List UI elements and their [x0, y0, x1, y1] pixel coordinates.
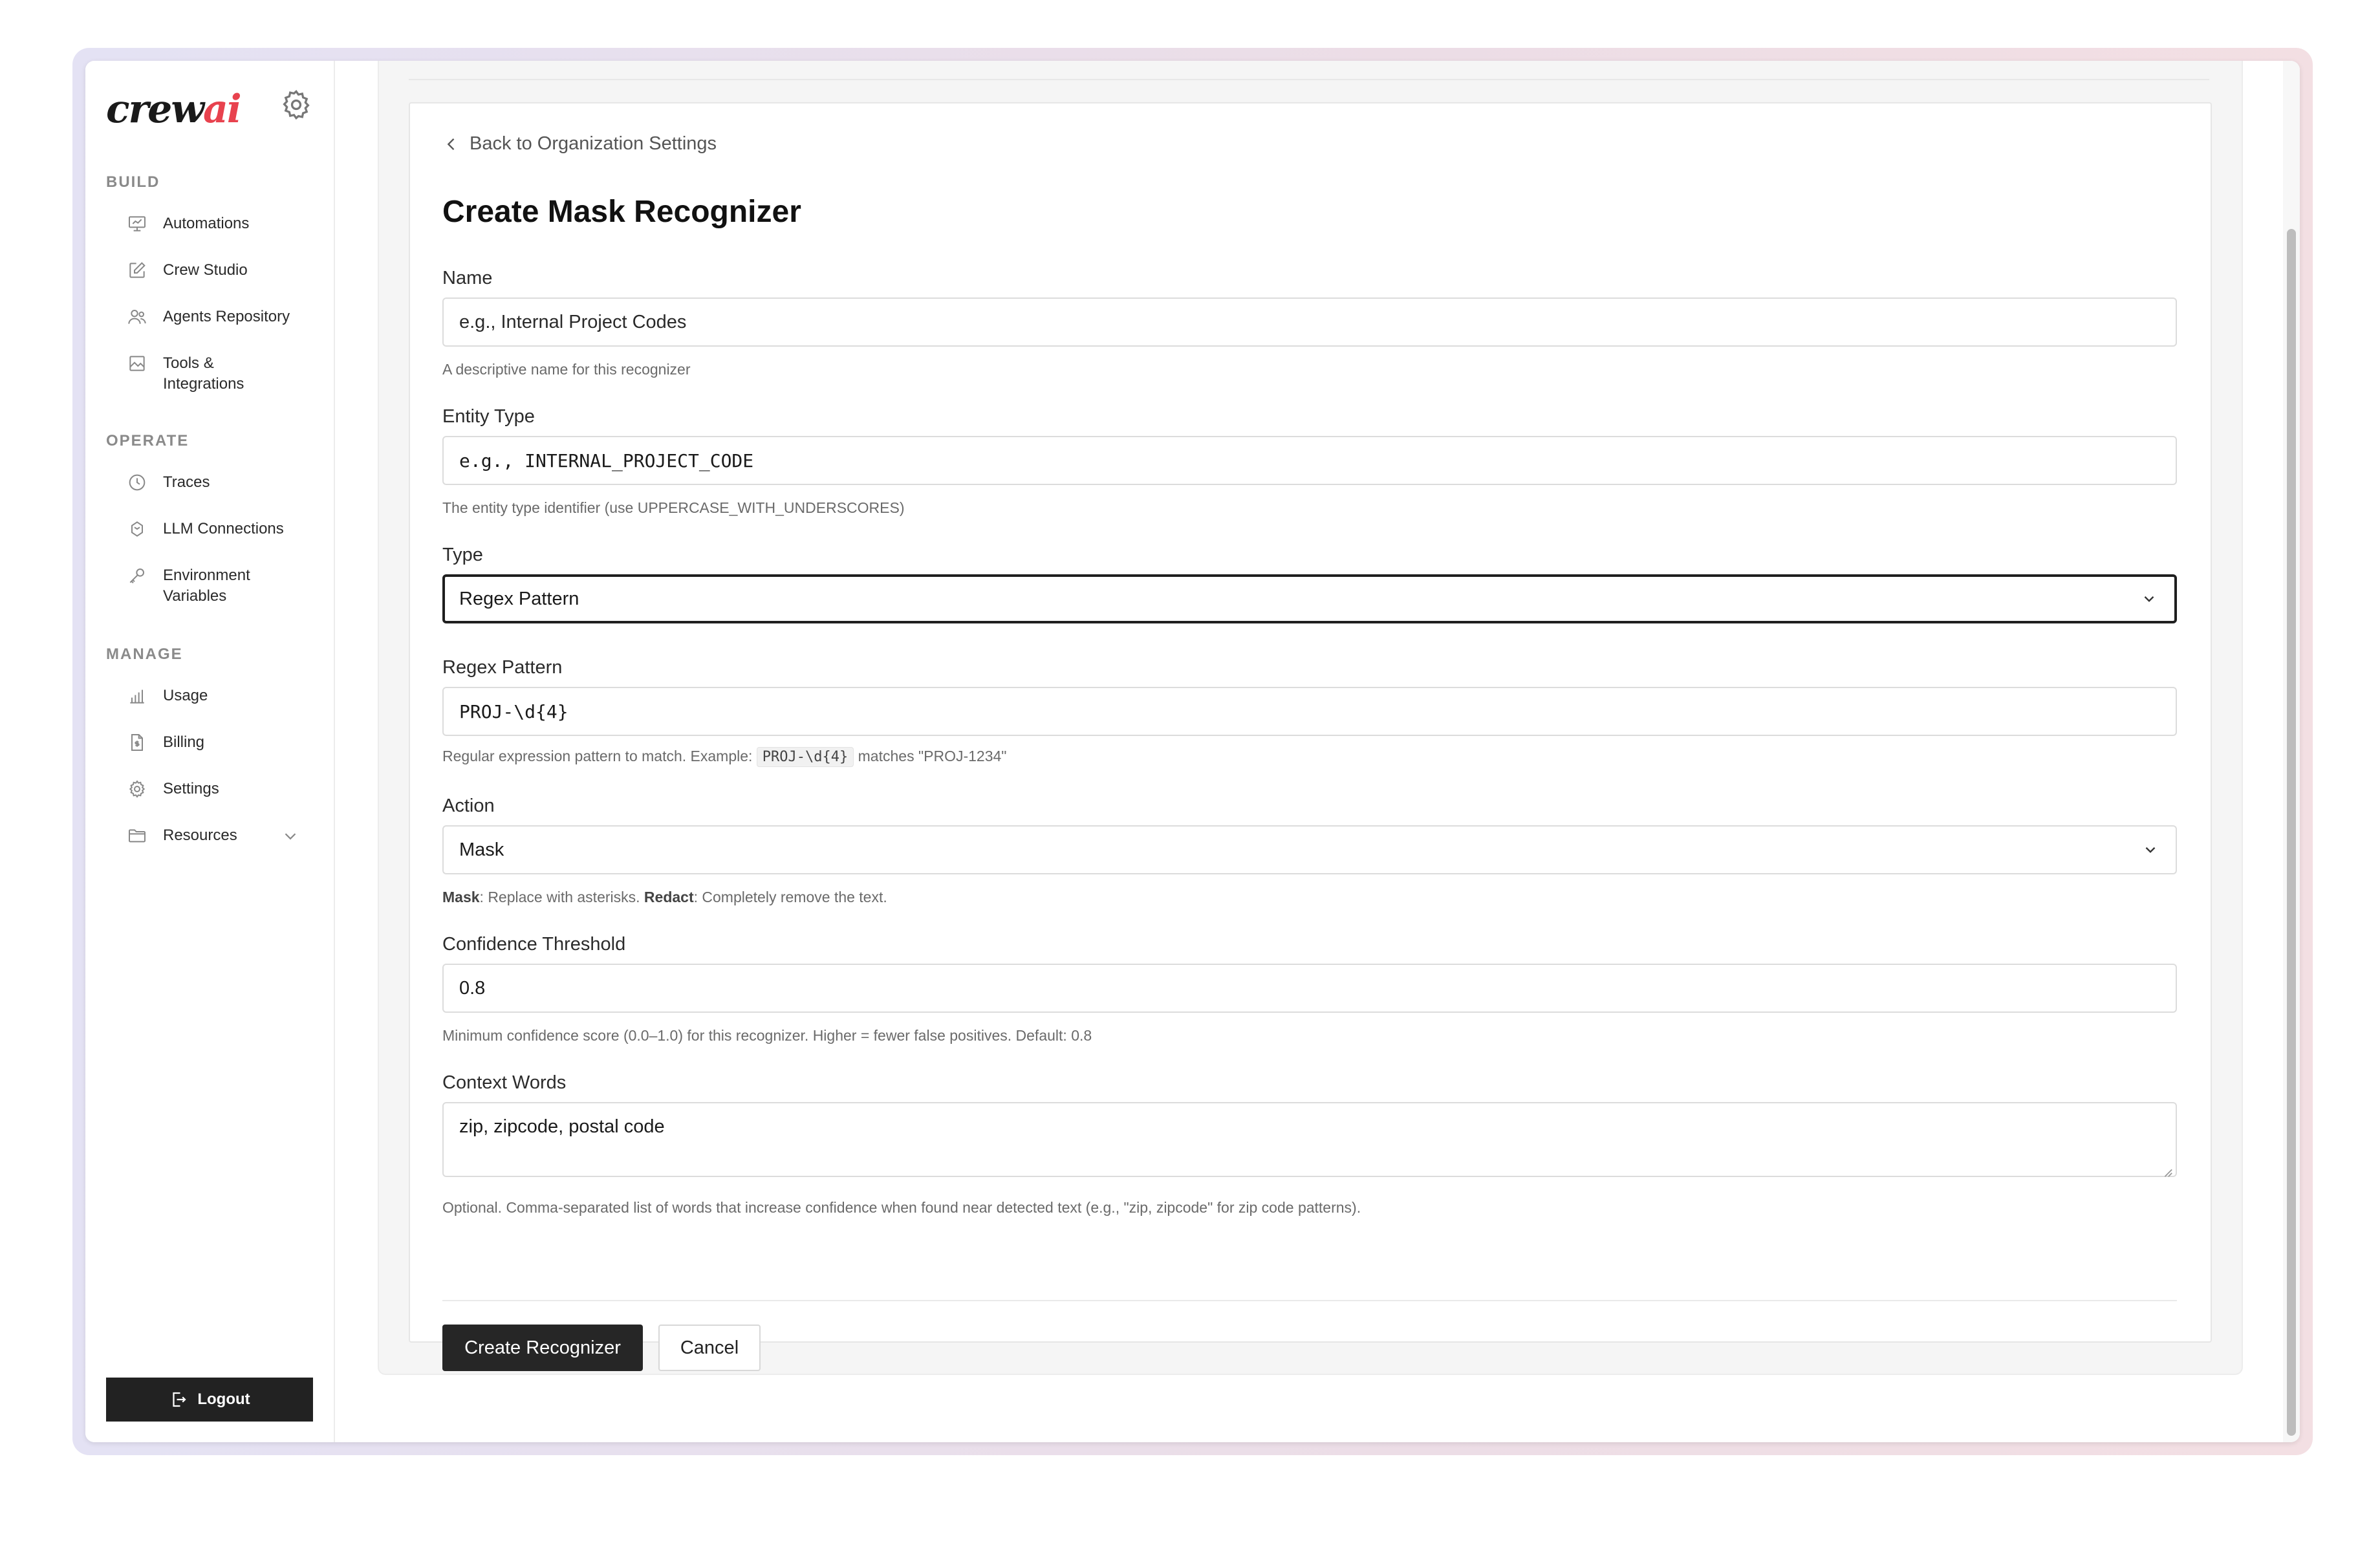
cancel-button[interactable]: Cancel — [658, 1325, 761, 1371]
chevron-left-icon — [442, 135, 460, 153]
sidebar-item-label: Usage — [163, 687, 208, 704]
sidebar-item-crew-studio[interactable]: Crew Studio — [127, 260, 321, 281]
action-selected-value: Mask — [459, 839, 504, 860]
type-select[interactable]: Regex Pattern — [442, 574, 2177, 623]
sidebar-item-usage[interactable]: Usage — [127, 686, 321, 706]
back-link-label: Back to Organization Settings — [470, 133, 717, 154]
page-title: Create Mask Recognizer — [442, 195, 801, 229]
regex-help-prefix: Regular expression pattern to match. Exa… — [442, 748, 753, 764]
logout-icon — [169, 1390, 188, 1409]
sidebar-item-label: Crew Studio — [163, 261, 248, 279]
clock-icon — [127, 472, 147, 493]
regex-pattern-label: Regex Pattern — [442, 657, 563, 678]
action-help-redact-desc: : Completely remove the text. — [693, 889, 887, 905]
sidebar-item-tools-integrations[interactable]: Tools & Integrations — [127, 353, 321, 395]
create-recognizer-form: Back to Organization Settings Create Mas… — [409, 102, 2212, 1371]
sidebar-item-label: Tools & Integrations — [163, 354, 244, 393]
chevron-down-icon — [2141, 590, 2158, 607]
name-input-placeholder: e.g., Internal Project Codes — [459, 311, 687, 332]
entity-type-help: The entity type identifier (use UPPERCAS… — [442, 499, 905, 516]
confidence-threshold-help: Minimum confidence score (0.0–1.0) for t… — [442, 1027, 1092, 1044]
sidebar-item-label: Billing — [163, 733, 205, 751]
sidebar-item-label: LLM Connections — [163, 520, 284, 537]
create-recognizer-button[interactable]: Create Recognizer — [442, 1325, 643, 1371]
logout-button[interactable]: Logout — [106, 1378, 313, 1422]
confidence-threshold-value: 0.8 — [459, 977, 486, 999]
name-input[interactable]: e.g., Internal Project Codes — [442, 298, 2177, 347]
type-selected-value: Regex Pattern — [459, 588, 579, 609]
file-dollar-icon — [127, 732, 147, 753]
regex-pattern-help: Regular expression pattern to match. Exa… — [442, 747, 1007, 767]
type-label: Type — [442, 545, 483, 565]
sidebar-item-automations[interactable]: Automations — [127, 213, 321, 234]
users-icon — [127, 307, 147, 327]
folder-icon — [127, 825, 147, 846]
settings-gear-icon[interactable] — [279, 88, 313, 122]
confidence-threshold-input[interactable]: 0.8 — [442, 964, 2177, 1013]
regex-help-example: PROJ-\d{4} — [756, 747, 854, 767]
sidebar-item-environment-variables[interactable]: Environment Variables — [127, 565, 321, 607]
context-words-textarea[interactable]: zip, zipcode, postal code — [442, 1102, 2177, 1177]
key-icon — [127, 565, 147, 586]
sidebar: crewai BUILD Automations Crew Studio Age… — [85, 61, 335, 1442]
top-divider — [409, 79, 2209, 80]
sidebar-item-label: Traces — [163, 473, 210, 491]
name-help: A descriptive name for this recognizer — [442, 361, 691, 378]
context-words-help: Optional. Comma-separated list of words … — [442, 1199, 1361, 1216]
regex-pattern-value: PROJ-\d{4} — [459, 700, 568, 722]
entity-type-input[interactable]: e.g., INTERNAL_PROJECT_CODE — [442, 436, 2177, 485]
sidebar-item-label: Automations — [163, 215, 250, 232]
sidebar-item-label: Settings — [163, 780, 219, 797]
logo-accent: ai — [202, 87, 242, 132]
action-select[interactable]: Mask — [442, 825, 2177, 874]
bar-chart-icon — [127, 686, 147, 706]
regex-help-suffix: matches "PROJ-1234" — [858, 748, 1007, 764]
name-label: Name — [442, 268, 493, 288]
sidebar-item-traces[interactable]: Traces — [127, 472, 321, 493]
confidence-threshold-label: Confidence Threshold — [442, 934, 626, 955]
action-help: Mask: Replace with asterisks. Redact: Co… — [442, 889, 887, 906]
sidebar-item-label: Resources — [163, 827, 237, 844]
back-to-organization-settings-link[interactable]: Back to Organization Settings — [442, 133, 717, 155]
chevron-down-icon — [2142, 841, 2159, 858]
logo-text: crew — [106, 87, 204, 132]
context-words-value: zip, zipcode, postal code — [459, 1116, 665, 1137]
section-manage: MANAGE — [106, 645, 183, 663]
context-words-label: Context Words — [442, 1072, 567, 1093]
sidebar-item-llm-connections[interactable]: LLM Connections — [127, 519, 321, 539]
sidebar-item-label: Environment Variables — [163, 567, 250, 605]
sidebar-item-billing[interactable]: Billing — [127, 732, 321, 753]
sidebar-item-agents-repository[interactable]: Agents Repository — [127, 307, 321, 327]
image-icon — [127, 353, 147, 374]
section-build: BUILD — [106, 173, 160, 191]
form-divider — [442, 1300, 2177, 1301]
sidebar-item-settings[interactable]: Settings — [127, 779, 321, 799]
gem-icon — [127, 519, 147, 539]
section-operate: OPERATE — [106, 432, 189, 449]
action-label: Action — [442, 795, 495, 816]
sidebar-item-label: Agents Repository — [163, 308, 290, 325]
action-help-redact-term: Redact — [644, 889, 694, 905]
scrollbar-thumb[interactable] — [2287, 229, 2296, 1436]
resize-grip-icon[interactable] — [2161, 1162, 2173, 1177]
presentation-icon — [127, 213, 147, 234]
crewai-logo[interactable]: crewai — [106, 87, 242, 132]
action-help-mask-term: Mask — [442, 889, 480, 905]
entity-type-label: Entity Type — [442, 406, 535, 427]
action-help-mask-desc: : Replace with asterisks. — [479, 889, 640, 905]
gear-icon — [127, 779, 147, 799]
pencil-square-icon — [127, 260, 147, 281]
app-window: crewai BUILD Automations Crew Studio Age… — [85, 61, 2300, 1442]
regex-pattern-input[interactable]: PROJ-\d{4} — [442, 687, 2177, 736]
entity-type-placeholder: e.g., INTERNAL_PROJECT_CODE — [459, 449, 754, 471]
resources-chevron-down-icon[interactable] — [281, 827, 300, 846]
logout-label: Logout — [197, 1390, 250, 1408]
